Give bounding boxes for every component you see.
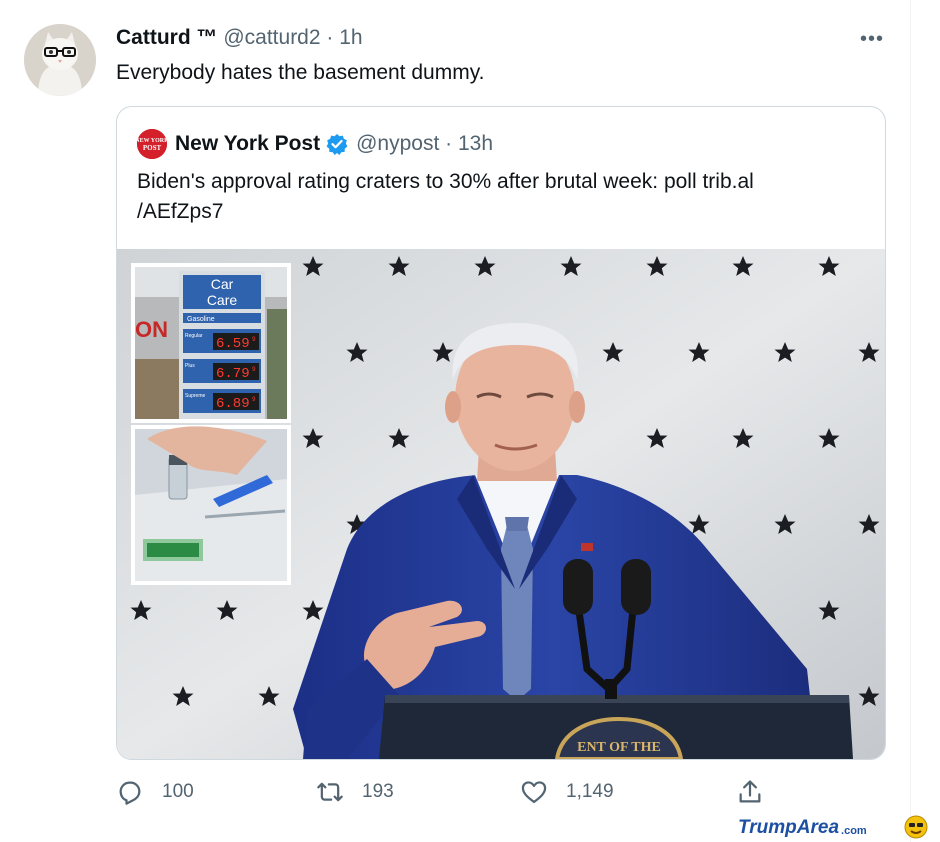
watermark-part3: .com <box>841 825 867 837</box>
sign-title-1: Car <box>211 276 234 292</box>
grade-price: 6.59 <box>216 336 250 352</box>
author-handle[interactable]: @catturd2 <box>223 26 320 49</box>
grade-label: Plus <box>185 363 195 369</box>
sign-subtitle: Gasoline <box>187 316 215 323</box>
quoted-dot-separator: · <box>445 132 453 155</box>
grade-price: 6.79 <box>216 366 250 382</box>
retweet-count: 193 <box>362 781 394 802</box>
seal-text: ENT OF THE <box>577 740 661 755</box>
like-count: 1,149 <box>566 781 614 802</box>
dot-separator: · <box>326 26 334 49</box>
grade-label: Regular <box>185 333 203 339</box>
inset-vaccine <box>131 425 291 585</box>
trumparea-watermark: Trump Area .com <box>738 815 928 839</box>
more-icon[interactable]: ••• <box>860 28 884 51</box>
quoted-tweet[interactable]: NEW YORK POST New York Post @nypost · 13… <box>116 106 886 760</box>
tweet-actions: 100 193 1,149 <box>116 778 776 814</box>
share-button[interactable] <box>736 778 782 806</box>
quoted-time[interactable]: 13h <box>458 132 493 156</box>
reply-button[interactable]: 100 <box>116 778 194 806</box>
quoted-text: Biden's approval rating craters to 30% a… <box>137 170 754 223</box>
retweet-icon <box>317 782 343 802</box>
emoji-face-icon <box>904 815 928 839</box>
partial-sign: ON <box>135 317 168 342</box>
reply-count: 100 <box>162 781 194 802</box>
news-photo[interactable]: ENT OF THE ON Car Care Gasoline Regular … <box>117 249 885 759</box>
like-button[interactable]: 1,149 <box>520 778 614 806</box>
price-suffix: 9 <box>252 336 256 343</box>
tweet-header: Catturd ™ @catturd2 · 1h <box>116 26 363 50</box>
price-suffix: 9 <box>252 366 256 373</box>
watermark-part1: Trump <box>738 817 797 838</box>
timeline-border <box>910 0 911 842</box>
verified-badge-icon <box>326 133 348 155</box>
quoted-author-name[interactable]: New York Post <box>175 132 320 156</box>
avatar[interactable] <box>24 24 96 96</box>
retweet-button[interactable]: 193 <box>316 778 394 806</box>
grade-price: 6.89 <box>216 396 250 412</box>
inset-gas-prices: ON Car Care Gasoline Regular 6.59 9Plus 6.7… <box>131 263 291 423</box>
share-icon <box>739 780 761 803</box>
author-name[interactable]: Catturd ™ <box>116 26 218 49</box>
svg-text:POST: POST <box>143 144 162 152</box>
reply-icon <box>119 781 141 805</box>
tweet-text: Everybody hates the basement dummy. <box>116 61 485 84</box>
quoted-header: NEW YORK POST New York Post @nypost · 13… <box>137 129 493 159</box>
sign-title-2: Care <box>207 292 238 308</box>
tweet-time[interactable]: 1h <box>339 26 362 49</box>
nypost-logo[interactable]: NEW YORK POST <box>137 129 167 159</box>
price-suffix: 9 <box>252 396 256 403</box>
quoted-handle[interactable]: @nypost <box>356 132 439 156</box>
like-icon <box>521 781 547 804</box>
grade-label: Supreme <box>185 393 206 399</box>
watermark-part2: Area <box>796 817 840 838</box>
